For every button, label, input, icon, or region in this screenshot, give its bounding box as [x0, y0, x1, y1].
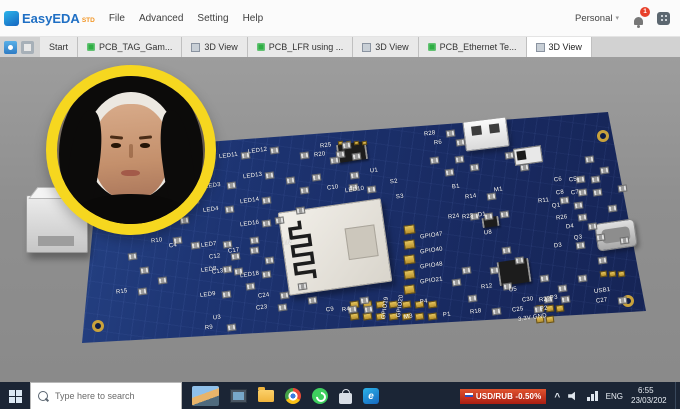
- folder-icon[interactable]: [258, 387, 274, 402]
- tab-label: 3D View: [204, 42, 238, 52]
- whatsapp-icon[interactable]: [312, 388, 328, 404]
- tab-3-pcb-lfr-using-[interactable]: PCB_LFR using ...: [247, 37, 354, 57]
- avatar-eye: [111, 143, 121, 148]
- menu-items: File Advanced Setting Help: [109, 13, 277, 24]
- tab-label: Start: [49, 42, 69, 52]
- network-icon[interactable]: [587, 391, 598, 401]
- notifications-button[interactable]: 1: [631, 7, 650, 28]
- terminal-slot: [488, 123, 500, 134]
- taskbar-apps: [192, 386, 379, 406]
- account-label: Personal: [574, 12, 613, 24]
- pcb-doc-icon: [256, 43, 265, 51]
- terminal-slot: [471, 125, 483, 136]
- taskbar-clock[interactable]: 6:55 23/03/2022: [631, 386, 667, 406]
- pcb-doc-icon: [427, 43, 436, 51]
- chrome-icon[interactable]: [285, 388, 301, 404]
- tab-label: 3D View: [548, 42, 582, 52]
- store-icon[interactable]: [339, 388, 352, 404]
- language-indicator[interactable]: ENG: [606, 392, 623, 401]
- easyeda-icon[interactable]: [363, 388, 379, 404]
- terminal-block: [462, 116, 510, 152]
- easyeda-logo-icon: [4, 10, 19, 26]
- screenshot-tool-icon[interactable]: [4, 40, 17, 54]
- taskbar-search[interactable]: [30, 382, 182, 409]
- start-button[interactable]: [0, 382, 30, 409]
- tab-strip: Start PCB_TAG_Gam... 3D View PCB_LFR using …: [40, 37, 592, 57]
- clock-time: 6:55: [638, 386, 654, 395]
- windows-logo-icon: [8, 389, 15, 396]
- esp32-module: [277, 198, 393, 296]
- notification-badge: 1: [640, 7, 650, 17]
- monitor-icon[interactable]: [230, 389, 247, 403]
- show-desktop-button[interactable]: [675, 382, 680, 409]
- easyeda-window: EasyEDA STD File Advanced Setting Help P…: [0, 0, 680, 409]
- tab-label: PCB_LFR using ...: [268, 42, 344, 52]
- currency-ticker[interactable]: USD/RUB -0.50%: [459, 388, 547, 404]
- camera-tool-icon[interactable]: [21, 40, 34, 54]
- volume-icon[interactable]: [568, 391, 575, 401]
- avatar-lips: [121, 170, 140, 176]
- ic-u5: [496, 257, 532, 287]
- search-icon: [38, 391, 48, 401]
- menu-file[interactable]: File: [109, 13, 125, 24]
- clock-date: 23/03/2022: [631, 396, 667, 405]
- 3d-viewport[interactable]: LED11 LED12 LED3 LED13 LED4 LED14 LED16 LED7 C17…: [0, 57, 680, 382]
- tab-label: PCB_TAG_Gam...: [99, 42, 173, 52]
- cube-3d-icon: [535, 42, 545, 52]
- menu-help[interactable]: Help: [243, 13, 264, 24]
- gold-pad: [545, 315, 555, 324]
- search-input[interactable]: [53, 390, 174, 402]
- tab-4-3d-view[interactable]: 3D View: [353, 37, 419, 57]
- usb-connector: [594, 218, 638, 252]
- logo-edition: STD: [81, 16, 95, 24]
- easyeda-logo[interactable]: EasyEDA STD: [4, 10, 95, 26]
- logo-text: EasyEDA: [22, 10, 80, 26]
- bell-icon: [633, 17, 643, 28]
- tab-6-3d-view[interactable]: 3D View: [526, 37, 592, 57]
- pcb-doc-icon: [87, 43, 96, 51]
- menu-advanced[interactable]: Advanced: [139, 13, 183, 24]
- cube-3d-icon: [191, 42, 201, 52]
- menubar-right: Personal ▾ 1: [575, 7, 680, 28]
- tab-bar: Start PCB_TAG_Gam... 3D View PCB_LFR using …: [0, 37, 680, 57]
- apps-grid-icon[interactable]: [657, 11, 670, 25]
- news-widget-icon[interactable]: [192, 386, 219, 406]
- taskbar: USD/RUB -0.50% ^ ENG 6:55 23/03/2022: [0, 382, 680, 409]
- menu-setting[interactable]: Setting: [197, 13, 228, 24]
- system-tray: USD/RUB -0.50% ^ ENG 6:55 23/03/2022: [459, 382, 680, 409]
- chevron-down-icon: ▾: [615, 15, 619, 22]
- avatar-eye: [140, 143, 150, 148]
- account-menu[interactable]: Personal ▾: [575, 13, 619, 24]
- presenter-avatar: [46, 65, 216, 235]
- menu-bar: EasyEDA STD File Advanced Setting Help P…: [0, 0, 680, 37]
- cube-3d-icon: [362, 42, 372, 52]
- antenna-icon: [288, 220, 317, 279]
- avatar-nose: [129, 144, 133, 158]
- tab-0-start[interactable]: Start: [40, 37, 79, 57]
- tab-1-pcb-tag-gam-[interactable]: PCB_TAG_Gam...: [78, 37, 183, 57]
- tab-2-3d-view[interactable]: 3D View: [182, 37, 248, 57]
- tray-expand-icon[interactable]: ^: [554, 392, 560, 403]
- tab-label: 3D View: [375, 42, 409, 52]
- tab-label: PCB_Ethernet Te...: [439, 42, 517, 52]
- avatar-photo: [57, 76, 205, 224]
- tab-5-pcb-ethernet-te-[interactable]: PCB_Ethernet Te...: [418, 37, 527, 57]
